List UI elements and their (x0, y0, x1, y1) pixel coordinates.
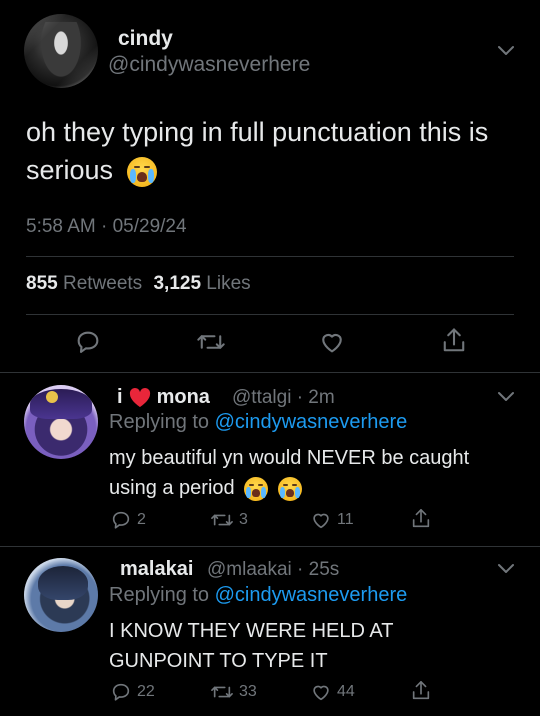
retweet-icon (197, 335, 225, 349)
replying-to: Replying to @cindywasneverhere (109, 584, 408, 606)
divider (0, 372, 540, 373)
like-count: 11 (337, 511, 354, 528)
heart-icon (313, 685, 329, 701)
retweet-button[interactable] (196, 328, 226, 356)
share-button[interactable] (410, 679, 432, 703)
retweet-count: 3 (239, 511, 248, 528)
avatar[interactable] (24, 385, 98, 459)
chevron-down-icon[interactable] (496, 562, 516, 576)
retweets-label[interactable]: Retweets (63, 273, 142, 294)
heart-icon (313, 513, 329, 529)
share-icon (443, 328, 465, 352)
tweet-stats: 855 Retweets 3,125 Likes (26, 273, 251, 295)
like-count: 44 (337, 683, 355, 700)
mention-link[interactable]: @cindywasneverhere (215, 584, 408, 606)
reply-count: 22 (137, 683, 155, 700)
chevron-down-icon[interactable] (496, 44, 516, 58)
tweet-text: oh they typing in full punctuation this … (26, 117, 489, 187)
replying-to: Replying to @cindywasneverhere (109, 411, 408, 433)
reply-count: 2 (137, 511, 146, 528)
reply-handle-time[interactable]: @ttalgi · 2m (232, 387, 335, 409)
reply-text: I KNOW THEY WERE HELD AT GUNPOINT TO TYP… (109, 620, 394, 672)
heart-icon (322, 333, 342, 353)
reply-button[interactable] (74, 328, 102, 356)
retweet-count: 33 (239, 683, 257, 700)
crying-face-emoji-icon (244, 476, 269, 501)
like-button[interactable] (318, 328, 346, 356)
reply-icon (77, 331, 99, 353)
red-heart-icon (129, 387, 150, 407)
share-icon (412, 681, 430, 700)
display-name[interactable]: cindy (118, 27, 173, 51)
retweet-icon (211, 514, 233, 526)
share-button[interactable] (410, 507, 432, 531)
retweet-icon (211, 686, 233, 698)
reply-icon (112, 511, 130, 529)
handle[interactable]: @cindywasneverhere (108, 53, 310, 77)
reply-text: my beautiful yn would NEVER be caught us… (109, 447, 470, 501)
reply-author[interactable]: i mona (117, 386, 210, 409)
mention-link[interactable]: @cindywasneverhere (215, 411, 408, 433)
avatar[interactable] (24, 558, 98, 632)
retweet-button[interactable]: 3 (210, 509, 248, 531)
divider (26, 314, 514, 315)
crying-face-emoji-icon (277, 476, 302, 501)
reply-author[interactable]: malakai (120, 558, 193, 581)
avatar[interactable] (24, 14, 98, 88)
likes-label[interactable]: Likes (206, 273, 250, 294)
reply-button[interactable]: 2 (110, 509, 146, 531)
retweet-button[interactable]: 33 (210, 681, 257, 703)
reply-handle-time[interactable]: @mlaakai · 25s (207, 559, 339, 581)
share-icon (412, 509, 430, 528)
like-button[interactable]: 44 (310, 681, 355, 703)
chevron-down-icon[interactable] (496, 390, 516, 404)
crying-face-emoji-icon (126, 156, 157, 187)
tweet-timestamp[interactable]: 5:58 AM · 05/29/24 (26, 216, 187, 238)
retweets-count[interactable]: 855 (26, 273, 58, 294)
reply-icon (112, 683, 130, 701)
divider (26, 256, 514, 257)
reply-button[interactable]: 22 (110, 681, 155, 703)
divider (0, 546, 540, 547)
likes-count[interactable]: 3,125 (153, 273, 201, 294)
like-button[interactable]: 11 (310, 509, 354, 531)
share-button[interactable] (440, 326, 468, 356)
